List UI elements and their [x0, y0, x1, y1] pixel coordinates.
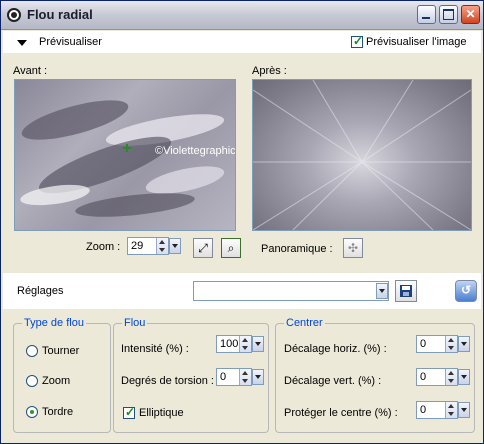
v-offset-updown-icon[interactable]: [445, 369, 457, 385]
elliptic-checkbox[interactable]: ✓: [123, 405, 136, 419]
blur-legend: Flou: [122, 317, 148, 329]
blur-group: Flou Intensité (%) : 100 Degrés de torsi…: [113, 317, 269, 433]
protect-center-label: Protéger le centre (%) :: [284, 407, 398, 419]
reset-icon: ↺: [460, 283, 472, 297]
radio-zoom-label: Zoom: [42, 375, 71, 387]
settings-bar: Réglages ↺: [3, 273, 481, 309]
twist-value: 0: [220, 371, 227, 383]
save-preset-button[interactable]: [395, 280, 417, 302]
settings-label: Réglages: [17, 285, 64, 297]
maximize-button[interactable]: [439, 5, 458, 24]
pan-button[interactable]: ✣: [343, 238, 363, 258]
zoom-spinner[interactable]: 29: [127, 237, 169, 255]
radio-tourner-label: Tourner: [42, 345, 80, 357]
reset-button[interactable]: ↺: [455, 280, 477, 302]
elliptic-label: Elliptique: [139, 407, 184, 419]
twist-updown-icon[interactable]: [239, 369, 251, 385]
zoom-fit-icon: ⤢: [198, 241, 208, 255]
blur-type-group: Type de flou Tourner Zoom Tordre: [13, 317, 111, 433]
pan-icon: ✣: [347, 241, 359, 255]
blur-type-legend: Type de flou: [22, 317, 86, 329]
intensity-dropdown-button[interactable]: [252, 336, 264, 352]
dialog-window: Flou radial ✕ Prévisualiser ✓ Prévisuali…: [0, 0, 484, 444]
close-button[interactable]: ✕: [461, 5, 480, 24]
checkmark-icon: ✓: [125, 405, 136, 419]
save-disk-icon: [400, 285, 412, 297]
after-label: Après :: [252, 65, 287, 77]
after-radial-blur: [253, 80, 471, 230]
protect-center-dropdown-button[interactable]: [458, 402, 470, 418]
twist-label: Degrés de torsion :: [121, 375, 214, 387]
h-offset-dropdown-button[interactable]: [458, 336, 470, 352]
intensity-spinner[interactable]: 100: [216, 335, 252, 353]
preset-combo[interactable]: [193, 281, 389, 301]
title-bar: Flou radial ✕: [1, 1, 483, 30]
radio-tordre[interactable]: [26, 406, 38, 418]
before-label: Avant :: [13, 65, 48, 77]
zoom-label: Zoom :: [86, 241, 121, 253]
zoom-magnifier-icon: ⌕: [227, 241, 235, 255]
protect-center-updown-icon[interactable]: [445, 402, 457, 418]
preview-image-label: Prévisualiser l'image: [366, 36, 467, 48]
v-offset-value: 0: [420, 371, 427, 383]
radio-tordre-label: Tordre: [42, 406, 74, 418]
close-icon: ✕: [465, 7, 476, 21]
before-preview[interactable]: ©Violettegraphic.com2009: [14, 79, 236, 231]
h-offset-updown-icon[interactable]: [445, 336, 457, 352]
radio-zoom[interactable]: [26, 375, 38, 387]
watermark-text: ©Violettegraphic.com2009: [155, 145, 236, 157]
collapse-arrow-icon[interactable]: [17, 40, 27, 46]
h-offset-value: 0: [420, 338, 427, 350]
v-offset-spinner[interactable]: 0: [416, 368, 458, 386]
radio-tourner[interactable]: [26, 345, 38, 357]
checkmark-icon: ✓: [353, 34, 364, 48]
protect-center-spinner[interactable]: 0: [416, 401, 458, 419]
twist-spinner[interactable]: 0: [216, 368, 252, 386]
minimize-icon: [422, 17, 430, 19]
minimize-button[interactable]: [417, 5, 436, 24]
window-title: Flou radial: [27, 7, 93, 22]
h-offset-label: Décalage horiz. (%) :: [284, 343, 387, 355]
center-group: Centrer Décalage horiz. (%) : 0 Décalage…: [275, 317, 475, 433]
preview-bar: Prévisualiser ✓ Prévisualiser l'image: [3, 31, 481, 53]
preview-image-checkbox[interactable]: ✓: [351, 34, 364, 48]
v-offset-label: Décalage vert. (%) :: [284, 375, 382, 387]
intensity-label: Intensité (%) :: [121, 343, 189, 355]
zoom-dropdown-button[interactable]: [169, 238, 181, 254]
preset-dropdown-button[interactable]: [376, 283, 388, 299]
center-legend: Centrer: [284, 317, 325, 329]
app-icon[interactable]: [7, 8, 21, 22]
intensity-value: 100: [220, 338, 239, 350]
preview-toggle-label[interactable]: Prévisualiser: [39, 36, 102, 48]
zoom-actual-button[interactable]: ⌕: [221, 238, 241, 258]
intensity-updown-icon[interactable]: [239, 336, 251, 352]
protect-center-value: 0: [420, 404, 427, 416]
after-preview: [252, 79, 472, 231]
maximize-icon: [443, 9, 454, 20]
zoom-updown-icon[interactable]: [156, 238, 168, 254]
h-offset-spinner[interactable]: 0: [416, 335, 458, 353]
zoom-value: 29: [131, 240, 144, 252]
pan-label: Panoramique :: [261, 243, 333, 255]
zoom-fit-button[interactable]: ⤢: [193, 238, 213, 258]
v-offset-dropdown-button[interactable]: [458, 369, 470, 385]
twist-dropdown-button[interactable]: [252, 369, 264, 385]
